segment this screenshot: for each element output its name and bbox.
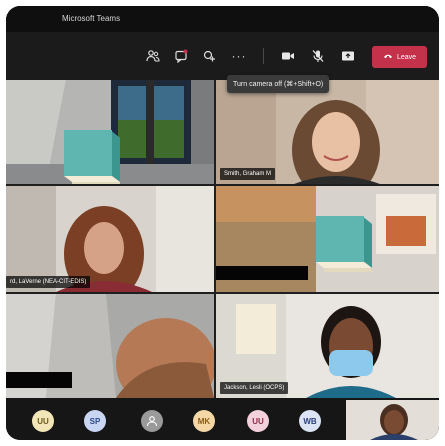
avatar[interactable]: UU [247, 410, 269, 432]
toolbar-divider [263, 48, 264, 64]
leave-button[interactable]: Leave [372, 46, 427, 68]
more-actions-icon[interactable]: ··· [229, 46, 249, 66]
participant-name: rd, LaVerne (NEA-CIT-EDIS) [6, 276, 91, 288]
teams-window: Microsoft Teams ··· Leave Turn camera of… [6, 6, 439, 440]
window-title: Microsoft Teams [62, 14, 121, 23]
video-tile-1[interactable] [6, 80, 214, 184]
participant-name: Smith, Graham M [220, 168, 276, 180]
video-tile-3[interactable]: rd, LaVerne (NEA-CIT-EDIS) [6, 186, 214, 292]
leave-label: Leave [396, 53, 417, 61]
participant-name: Jackson, Lesli (OCPS) [220, 382, 289, 394]
person-icon [146, 416, 158, 427]
avatar[interactable]: UU [32, 410, 54, 432]
name-placeholder-redacted [6, 372, 72, 388]
title-bar: Microsoft Teams [6, 6, 439, 32]
book-icon [64, 130, 120, 184]
reactions-icon[interactable] [199, 46, 219, 66]
avatar[interactable]: SP [84, 410, 106, 432]
participants-icon[interactable] [143, 46, 163, 66]
camera-tooltip: Turn camera off (⌘+Shift+O) [227, 75, 330, 93]
microphone-muted-icon[interactable] [308, 46, 328, 66]
avatar[interactable] [141, 410, 163, 432]
self-view-video[interactable] [346, 400, 439, 440]
participant-roster-bar: UU SP MK UU WB [6, 398, 439, 440]
camera-icon[interactable] [278, 46, 298, 66]
video-tile-6[interactable]: Jackson, Lesli (OCPS) [216, 294, 439, 398]
book-icon [316, 216, 372, 272]
chat-icon[interactable] [171, 46, 191, 66]
share-screen-icon[interactable] [338, 46, 358, 66]
avatar[interactable]: WB [299, 410, 321, 432]
phone-hangup-icon [383, 53, 393, 61]
avatar[interactable]: MK [193, 410, 215, 432]
video-tile-2[interactable]: Smith, Graham M [216, 80, 439, 184]
meeting-toolbar: ··· Leave [6, 32, 439, 80]
video-tile-5[interactable] [6, 294, 214, 398]
name-placeholder-redacted [216, 266, 308, 280]
video-tile-4[interactable] [216, 186, 439, 292]
